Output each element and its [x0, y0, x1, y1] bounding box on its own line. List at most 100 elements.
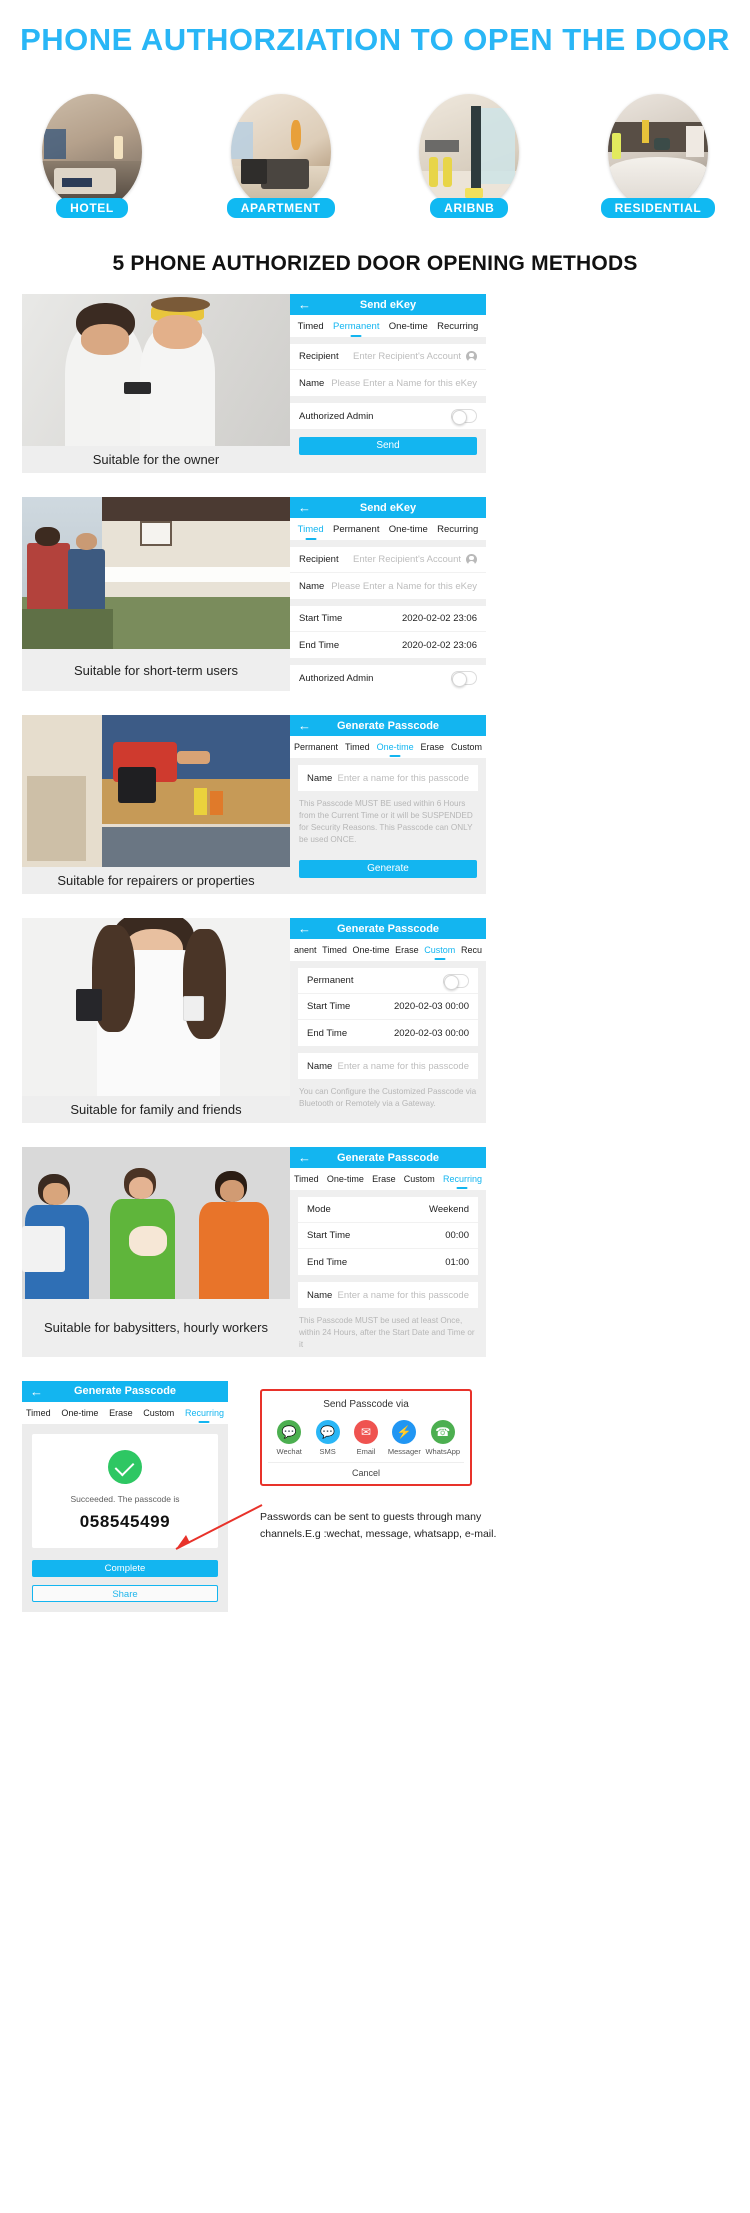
apartment-living-room-photo [230, 94, 331, 210]
recipient-row[interactable]: Recipient Enter Recipient's Account [290, 547, 486, 573]
tab-recurring[interactable]: Recurring [436, 524, 479, 535]
phone-generate-passcode-recurring: ← Generate Passcode Timed One-time Erase… [290, 1147, 486, 1357]
tab-permanent[interactable]: Permanent [332, 524, 380, 535]
category-item-apartment[interactable]: APARTMENT [217, 94, 345, 218]
cancel-button[interactable]: Cancel [268, 1461, 464, 1480]
tab-one-time[interactable]: One-time [351, 945, 390, 955]
category-item-residential[interactable]: RESIDENTIAL [594, 94, 722, 218]
tab-permanent[interactable]: anent [293, 945, 318, 955]
name-input[interactable]: Enter a name for this passcode [338, 1290, 470, 1301]
tab-bar: Timed One-time Erase Custom Recurring [290, 1168, 486, 1190]
authorized-admin-row[interactable]: Authorized Admin [290, 403, 486, 429]
handyman-with-drill-photo [22, 715, 290, 867]
authorized-admin-toggle[interactable] [451, 671, 477, 687]
filler [290, 465, 486, 473]
start-time-row[interactable]: Start Time 2020-02-02 23:06 [290, 606, 486, 632]
mode-row[interactable]: Mode Weekend [298, 1197, 478, 1223]
section-title: 5 PHONE AUTHORIZED DOOR OPENING METHODS [112, 252, 638, 275]
start-time-value[interactable]: 2020-02-02 23:06 [402, 613, 477, 624]
category-item-hotel[interactable]: HOTEL [28, 94, 156, 218]
page-title: PHONE AUTHORZIATION TO OPEN THE DOOR [20, 22, 730, 57]
end-time-row[interactable]: End Time 2020-02-03 00:00 [298, 1020, 478, 1046]
back-arrow-icon[interactable]: ← [298, 719, 311, 732]
complete-button[interactable]: Complete [32, 1559, 218, 1577]
share-channel-whatsapp[interactable]: ☎ WhatsApp [424, 1419, 462, 1456]
contact-avatar-icon[interactable] [466, 351, 477, 363]
admin-card: Authorized Admin [290, 403, 486, 429]
end-time-row[interactable]: End Time 01:00 [298, 1249, 478, 1275]
authorized-admin-toggle[interactable] [451, 409, 477, 425]
recipient-input[interactable]: Enter Recipient's Account [353, 554, 461, 565]
name-input[interactable]: Please Enter a Name for this eKey [331, 581, 477, 592]
tab-permanent[interactable]: Permanent [293, 742, 339, 752]
end-time-value[interactable]: 2020-02-03 00:00 [394, 1028, 469, 1039]
name-row[interactable]: Name Enter a name for this passcode [298, 1282, 478, 1308]
tab-timed[interactable]: Timed [25, 1408, 52, 1418]
back-arrow-icon[interactable]: ← [298, 922, 311, 935]
recipient-input[interactable]: Enter Recipient's Account [353, 351, 461, 362]
tab-one-time[interactable]: One-time [388, 321, 429, 332]
passcode-note: This Passcode MUST be used at least Once… [290, 1308, 486, 1357]
tab-erase[interactable]: Erase [394, 945, 420, 955]
tab-one-time[interactable]: One-time [388, 524, 429, 535]
name-input[interactable]: Enter a name for this passcode [338, 1061, 470, 1072]
name-input[interactable]: Enter a name for this passcode [338, 773, 470, 784]
tab-timed[interactable]: Timed [297, 524, 325, 535]
tab-recurring[interactable]: Recurring [436, 321, 479, 332]
tab-permanent[interactable]: Permanent [332, 321, 380, 332]
name-input[interactable]: Please Enter a Name for this eKey [331, 378, 477, 389]
share-sheet: Send Passcode via 💬 Wechat 💬 SMS ✉ Email… [260, 1388, 472, 1486]
back-arrow-icon[interactable]: ← [298, 298, 311, 311]
end-time-value[interactable]: 2020-02-02 23:06 [402, 640, 477, 651]
name-row[interactable]: Name Enter a name for this passcode [298, 1053, 478, 1079]
share-channel-email[interactable]: ✉ Email [347, 1419, 385, 1456]
tab-timed[interactable]: Timed [321, 945, 348, 955]
name-row[interactable]: Name Please Enter a Name for this eKey [290, 370, 486, 396]
tab-timed[interactable]: Timed [344, 742, 371, 752]
send-button[interactable]: Send [299, 437, 477, 455]
share-button[interactable]: Share [32, 1584, 218, 1602]
permanent-row[interactable]: Permanent [298, 968, 478, 994]
tab-recurring[interactable]: Recurring [184, 1408, 225, 1418]
tab-custom[interactable]: Custom [142, 1408, 175, 1418]
authorized-admin-row[interactable]: Authorized Admin [290, 665, 486, 691]
tab-erase[interactable]: Erase [108, 1408, 134, 1418]
start-time-value[interactable]: 00:00 [445, 1230, 469, 1241]
back-arrow-icon[interactable]: ← [298, 1151, 311, 1164]
tab-recurring[interactable]: Recurring [442, 1174, 483, 1184]
tab-recurring[interactable]: Recu [460, 945, 483, 955]
tab-custom[interactable]: Custom [450, 742, 483, 752]
name-row[interactable]: Name Enter a name for this passcode [298, 765, 478, 791]
back-arrow-icon[interactable]: ← [298, 501, 311, 514]
end-time-value[interactable]: 01:00 [445, 1257, 469, 1268]
share-channel-messenger[interactable]: ⚡ Messager [385, 1419, 423, 1456]
permanent-toggle[interactable] [443, 973, 469, 990]
tab-custom[interactable]: Custom [403, 1174, 436, 1184]
tab-custom[interactable]: Custom [423, 945, 456, 955]
end-time-row[interactable]: End Time 2020-02-02 23:06 [290, 632, 486, 658]
share-channel-wechat[interactable]: 💬 Wechat [270, 1419, 308, 1456]
recipient-label: Recipient [299, 351, 339, 362]
feature-caption: Suitable for family and friends [22, 1096, 290, 1123]
generate-button[interactable]: Generate [299, 859, 477, 878]
filler [290, 1115, 486, 1123]
form-card: Recipient Enter Recipient's Account Name… [290, 547, 486, 599]
recipient-row[interactable]: Recipient Enter Recipient's Account [290, 344, 486, 370]
tab-timed[interactable]: Timed [293, 1174, 320, 1184]
share-channel-sms[interactable]: 💬 SMS [309, 1419, 347, 1456]
tab-erase[interactable]: Erase [420, 742, 446, 752]
start-time-value[interactable]: 2020-02-03 00:00 [394, 1001, 469, 1012]
mode-value[interactable]: Weekend [429, 1204, 469, 1215]
back-arrow-icon[interactable]: ← [30, 1385, 43, 1398]
tab-one-time[interactable]: One-time [376, 742, 415, 752]
tab-one-time[interactable]: One-time [60, 1408, 99, 1418]
start-time-row[interactable]: Start Time 2020-02-03 00:00 [298, 994, 478, 1020]
start-time-row[interactable]: Start Time 00:00 [298, 1223, 478, 1249]
tab-erase[interactable]: Erase [371, 1174, 397, 1184]
name-row[interactable]: Name Please Enter a Name for this eKey [290, 573, 486, 599]
tab-timed[interactable]: Timed [297, 321, 325, 332]
tab-one-time[interactable]: One-time [326, 1174, 365, 1184]
contact-avatar-icon[interactable] [466, 554, 477, 566]
category-item-aribnb[interactable]: ARIBNB [405, 94, 533, 218]
divider [290, 599, 486, 606]
